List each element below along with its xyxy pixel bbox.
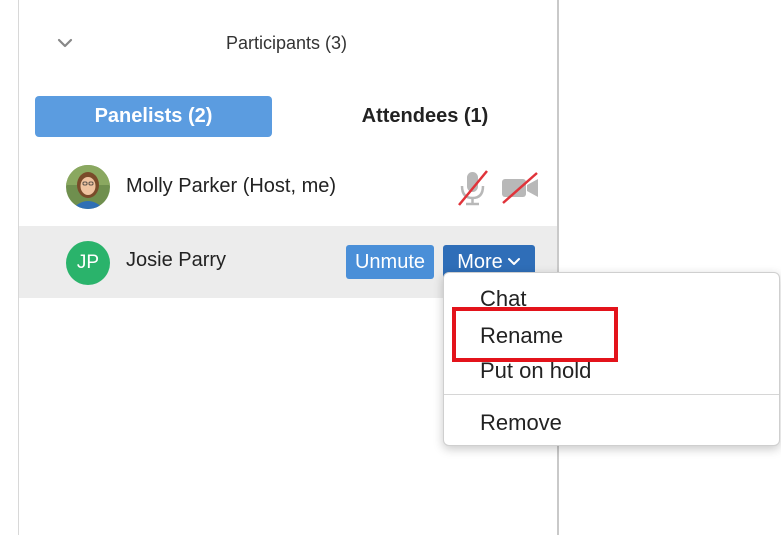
more-button-label: More: [457, 250, 503, 273]
video-off-icon[interactable]: [500, 170, 540, 206]
panel-divider[interactable]: [557, 0, 559, 535]
chevron-down-icon: [507, 258, 520, 265]
participant-row-molly[interactable]: Molly Parker (Host, me): [19, 152, 557, 224]
participant-name: Molly Parker (Host, me): [126, 175, 337, 197]
muted-mic-icon[interactable]: [455, 168, 491, 208]
unmute-button[interactable]: Unmute: [346, 245, 434, 279]
rename-highlight-box: [452, 307, 618, 362]
avatar: JP: [66, 241, 110, 285]
menu-item-remove[interactable]: Remove: [480, 410, 562, 436]
menu-separator: [444, 394, 779, 395]
avatar: [66, 165, 110, 209]
participants-title: Participants (3): [226, 33, 348, 53]
participant-name: Josie Parry: [126, 249, 227, 271]
chevron-down-icon[interactable]: [55, 33, 75, 53]
tab-attendees[interactable]: Attendees (1): [300, 96, 550, 137]
tab-panelists[interactable]: Panelists (2): [35, 96, 272, 137]
